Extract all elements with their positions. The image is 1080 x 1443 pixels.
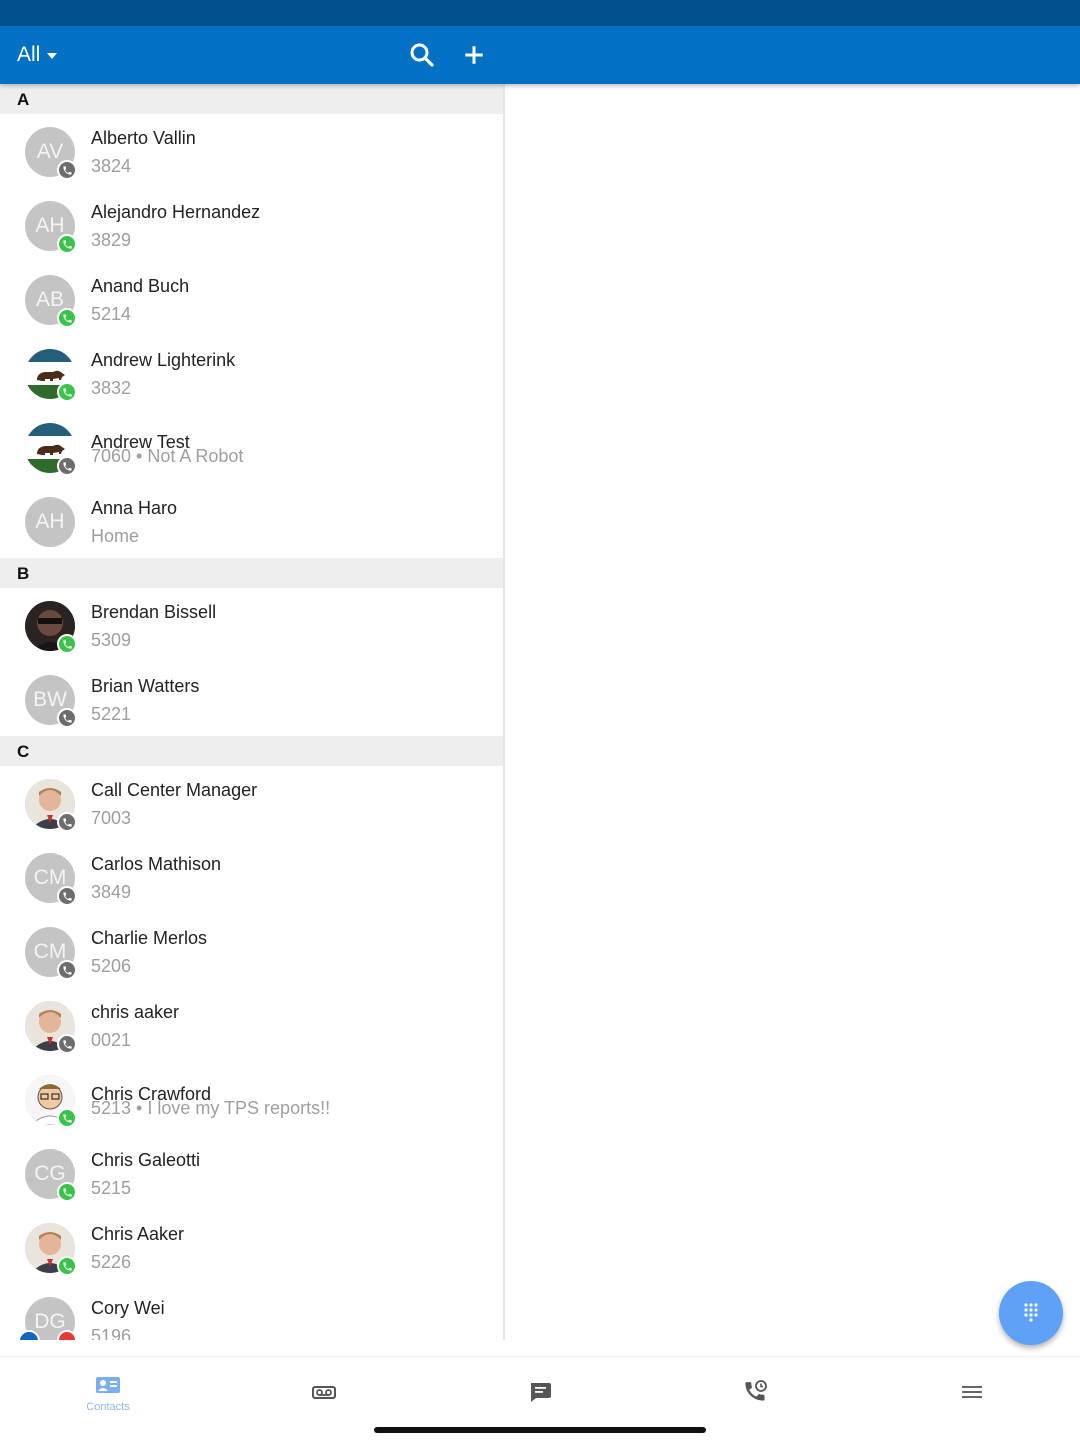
contact-extension: 7060 • Not A Robot [91, 446, 244, 466]
contact-name: chris aaker [91, 1002, 180, 1022]
contact-list[interactable]: A AV Alberto Vallin 3824 AH Alejandro Hernand… [0, 84, 505, 1340]
contact-row[interactable]: chris aaker 0021 [0, 988, 503, 1062]
contact-name: Anand Buch [91, 276, 190, 296]
contact-extension: 5215 [91, 1178, 132, 1198]
contact-row[interactable]: CM Carlos Mathison 3849 [0, 840, 503, 914]
home-indicator [374, 1427, 706, 1433]
contact-row[interactable]: Andrew Lighterink 3832 [0, 336, 503, 410]
contact-row[interactable]: AB Anand Buch 5214 [0, 262, 503, 336]
contact-name: Andrew Lighterink [91, 350, 236, 370]
contact-name: Carlos Mathison [91, 854, 222, 874]
contact-extension: 7003 [91, 808, 132, 828]
section-header-b: B [0, 558, 503, 588]
contact-extension: 5309 [91, 630, 132, 650]
contact-detail-pane [505, 84, 1080, 1340]
contact-extension: 5226 [91, 1252, 132, 1272]
presence-available-icon [57, 382, 77, 402]
nav-item-messages[interactable] [432, 1357, 648, 1427]
contact-row[interactable]: Chris Crawford 5213 • I love my TPS repor… [0, 1062, 503, 1136]
presence-available-icon [57, 1182, 77, 1202]
contact-row[interactable]: Andrew Test 7060 • Not A Robot [0, 410, 503, 484]
contact-name: Charlie Merlos [91, 928, 208, 948]
contact-extension: 3824 [91, 156, 132, 176]
presence-available-icon [57, 234, 77, 254]
add-contact-button[interactable] [459, 40, 489, 70]
contact-extension: 0021 [91, 1030, 132, 1050]
presence-offline-icon [57, 1034, 77, 1054]
menu-icon [958, 1378, 986, 1406]
status-bar [0, 0, 1080, 26]
contact-row[interactable]: Call Center Manager 7003 [0, 766, 503, 840]
contact-extension: 3849 [91, 882, 132, 902]
nav-item-calls[interactable] [648, 1357, 864, 1427]
presence-offline-icon [57, 812, 77, 832]
chevron-down-icon [47, 53, 58, 59]
nav-item-menu[interactable] [864, 1357, 1080, 1427]
contact-row[interactable]: AH Alejandro Hernandez 3829 [0, 188, 503, 262]
contact-name: Alejandro Hernandez [91, 202, 261, 222]
contact-row[interactable]: CM Charlie Merlos 5206 [0, 914, 503, 988]
contact-row[interactable]: BW Brian Watters 5221 [0, 662, 503, 736]
section-header-a: A [0, 84, 503, 114]
filter-dropdown[interactable]: All [17, 40, 58, 70]
contact-row[interactable]: DG Cory Wei 5196 [0, 1284, 503, 1340]
contact-name: Brian Watters [91, 676, 200, 696]
search-button[interactable] [407, 40, 437, 70]
presence-available-icon [57, 1108, 77, 1128]
contact-row[interactable]: AH Anna Haro Home [0, 484, 503, 558]
contact-name: Anna Haro [91, 498, 178, 518]
contact-extension: 5221 [91, 704, 132, 724]
contact-row[interactable]: Chris Aaker 5226 [0, 1210, 503, 1284]
contact-name: Call Center Manager [91, 780, 258, 800]
contact-name: Chris Galeotti [91, 1150, 201, 1170]
contact-name: Brendan Bissell [91, 602, 217, 622]
presence-available-icon [57, 1256, 77, 1276]
dialpad-icon [1024, 1303, 1038, 1322]
contact-extension: 3829 [91, 230, 132, 250]
plus-icon [465, 46, 483, 64]
presence-offline-icon [57, 456, 77, 476]
contact-extension: 5196 [91, 1326, 132, 1340]
nav-item-voicemail[interactable] [216, 1357, 432, 1427]
dialpad-button[interactable] [999, 1281, 1063, 1345]
contact-extension: 3832 [91, 378, 132, 398]
presence-available-icon [57, 634, 77, 654]
contact-row[interactable]: AV Alberto Vallin 3824 [0, 114, 503, 188]
nav-item-contacts[interactable]: Contacts [0, 1357, 216, 1427]
call-history-icon [742, 1378, 770, 1406]
presence-offline-icon [57, 960, 77, 980]
presence-offline-icon [57, 160, 77, 180]
presence-available-icon [57, 308, 77, 328]
search-icon [410, 43, 434, 67]
section-header-c: C [0, 736, 503, 766]
contact-extension: Home [91, 526, 140, 546]
contact-name: Alberto Vallin [91, 128, 196, 148]
contact-extension: 5213 • I love my TPS reports!! [91, 1098, 331, 1118]
avatar: AH [25, 497, 75, 547]
filter-label: All [17, 43, 41, 66]
contacts-icon [94, 1371, 122, 1399]
voicemail-icon [310, 1378, 338, 1406]
contact-name: Cory Wei [91, 1298, 165, 1318]
contact-name: Chris Aaker [91, 1224, 185, 1244]
nav-label: Contacts [86, 1401, 130, 1413]
presence-offline-icon [57, 886, 77, 906]
presence-busy-icon [57, 1330, 77, 1340]
contact-row[interactable]: CG Chris Galeotti 5215 [0, 1136, 503, 1210]
contact-row[interactable]: Brendan Bissell 5309 [0, 588, 503, 662]
app-bar: All [0, 26, 1080, 84]
contact-extension: 5206 [91, 956, 132, 976]
contact-extension: 5214 [91, 304, 132, 324]
presence-offline-icon [57, 708, 77, 728]
chat-icon [526, 1378, 554, 1406]
